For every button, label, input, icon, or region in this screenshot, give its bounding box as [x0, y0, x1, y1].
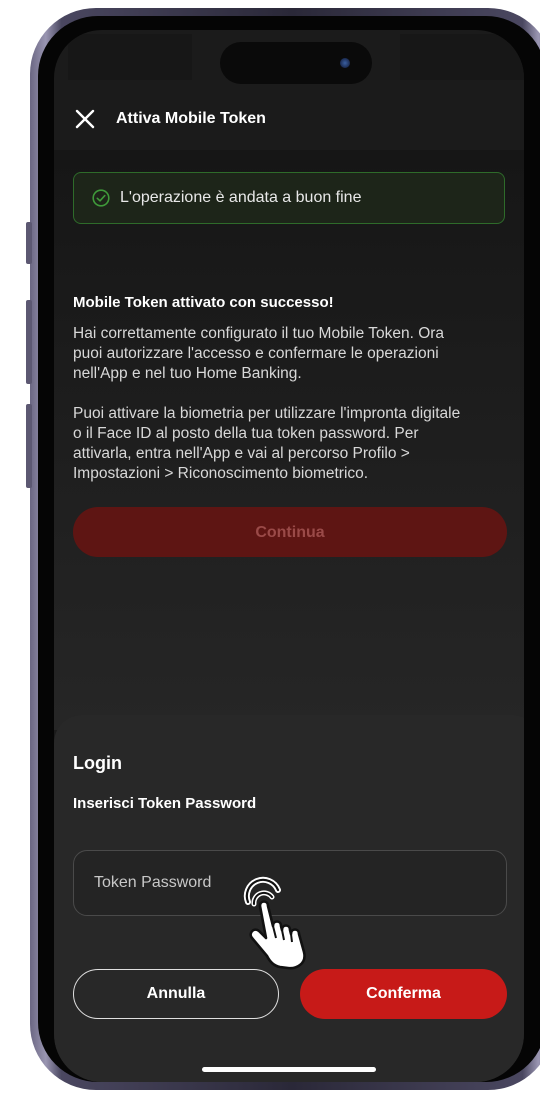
sheet-subtitle: Inserisci Token Password — [73, 795, 257, 812]
camera-icon — [340, 58, 350, 68]
phone-side-button — [26, 300, 32, 384]
biometric-paragraph-line: o il Face ID al posto della tua token pa… — [73, 425, 419, 442]
check-circle-icon — [92, 189, 110, 207]
main-content: L'operazione è andata a buon fine Mobile… — [54, 150, 524, 730]
status-bar-left — [68, 34, 192, 80]
home-indicator[interactable] — [202, 1067, 376, 1072]
app-bar: Attiva Mobile Token — [54, 92, 524, 148]
hand-pointer-icon — [243, 876, 306, 970]
success-message: L'operazione è andata a buon fine — [120, 189, 362, 206]
page-title: Attiva Mobile Token — [116, 110, 266, 127]
success-heading: Mobile Token attivato con successo! — [73, 294, 334, 311]
continue-button[interactable]: Continua — [73, 507, 507, 557]
info-paragraph-line: nell'App e nel tuo Home Banking. — [73, 365, 302, 382]
info-paragraph-line: Hai correttamente configurato il tuo Mob… — [73, 325, 445, 342]
status-bar-right — [400, 34, 524, 80]
cancel-button[interactable]: Annulla — [73, 969, 279, 1019]
biometric-paragraph-line: Puoi attivare la biometria per utilizzar… — [73, 405, 461, 422]
info-paragraph-line: puoi autorizzare l'accesso e confermare … — [73, 345, 439, 362]
success-banner: L'operazione è andata a buon fine — [73, 172, 505, 224]
dynamic-island — [220, 42, 372, 84]
phone-side-button — [26, 404, 32, 488]
phone-side-button — [26, 222, 32, 264]
biometric-paragraph-line: attivarla, entra nell'App e vai al perco… — [73, 445, 410, 462]
confirm-button[interactable]: Conferma — [300, 969, 507, 1019]
close-icon[interactable] — [74, 108, 96, 130]
sheet-title: Login — [73, 753, 122, 773]
biometric-paragraph-line: Impostazioni > Riconoscimento biometrico… — [73, 465, 369, 482]
